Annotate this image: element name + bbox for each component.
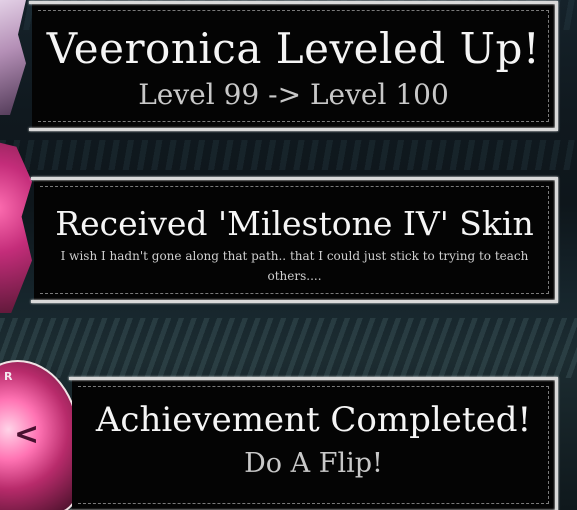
- level-up-title: Veeronica Leveled Up!: [46, 24, 541, 73]
- achievement-title: Achievement Completed!: [95, 400, 532, 440]
- game-screen: R < Veeronica Leveled Up! Level 99 -> Le…: [0, 0, 577, 510]
- skin-received-title: Received 'Milestone IV' Skin: [55, 204, 534, 243]
- character-portrait-tag: R: [4, 370, 13, 383]
- skin-received-notification: Received 'Milestone IV' Skin I wish I ha…: [34, 180, 555, 300]
- background-stripe-lower: [0, 318, 577, 378]
- achievement-notification: Achievement Completed! Do A Flip!: [72, 380, 555, 510]
- level-up-subtitle: Level 99 -> Level 100: [138, 78, 449, 111]
- background-stripe-upper: [0, 140, 577, 170]
- achievement-subtitle: Do A Flip!: [244, 448, 383, 479]
- level-up-notification: Veeronica Leveled Up! Level 99 -> Level …: [32, 4, 555, 128]
- skin-description: I wish I hadn't gone along that path.. t…: [60, 249, 529, 283]
- character-portrait-glyph: <: [14, 417, 40, 452]
